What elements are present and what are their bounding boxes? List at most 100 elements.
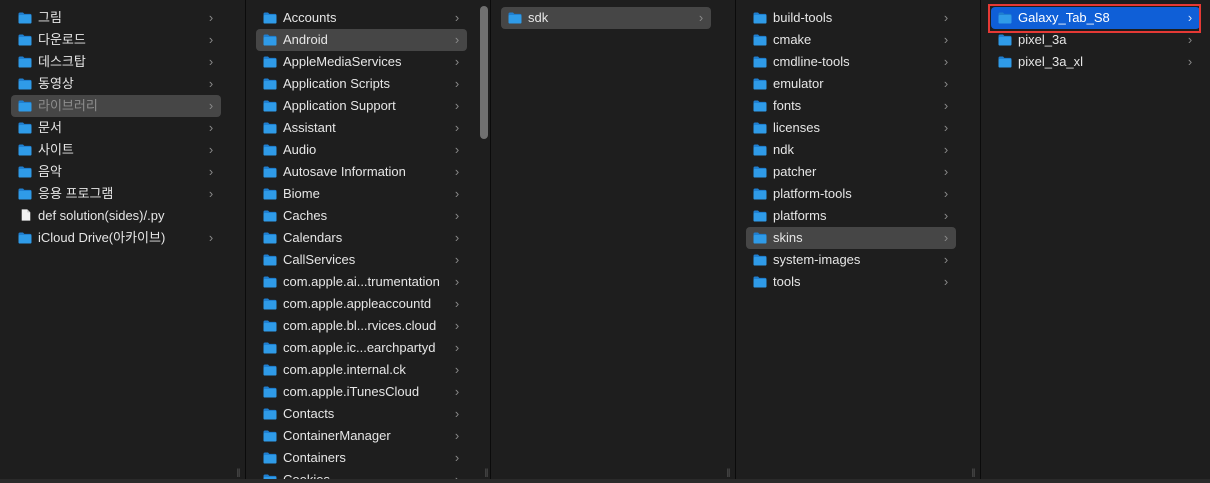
folder-row-patcher[interactable]: patcher › xyxy=(746,161,956,183)
chevron-right-icon: › xyxy=(943,32,949,47)
folder-row-label: 사이트 xyxy=(38,142,74,157)
folder-row-fonts[interactable]: fonts › xyxy=(746,95,956,117)
folder-row-android[interactable]: Android › xyxy=(256,29,467,51)
folder-row-label: Biome xyxy=(283,186,320,201)
folder-row-autosave-information[interactable]: Autosave Information › xyxy=(256,161,467,183)
folder-row-음악[interactable]: 음악 › xyxy=(11,161,221,183)
folder-row-cookies[interactable]: Cookies › xyxy=(256,469,467,479)
folder-row-label: 동영상 xyxy=(38,76,74,91)
movies-folder-icon xyxy=(18,78,32,90)
folder-row-com-apple-appleaccountd[interactable]: com.apple.appleaccountd › xyxy=(256,293,467,315)
folder-row-com-apple-internal-ck[interactable]: com.apple.internal.ck › xyxy=(256,359,467,381)
folder-row-application-support[interactable]: Application Support › xyxy=(256,95,467,117)
folder-row-platform-tools[interactable]: platform-tools › xyxy=(746,183,956,205)
folder-row-label: build-tools xyxy=(773,10,833,25)
folder-row-pixel-3a[interactable]: pixel_3a › xyxy=(991,29,1200,51)
folder-row-caches[interactable]: Caches › xyxy=(256,205,467,227)
folder-icon xyxy=(753,12,767,24)
folder-row-platforms[interactable]: platforms › xyxy=(746,205,956,227)
music-folder-icon xyxy=(18,166,32,178)
folder-row-build-tools[interactable]: build-tools › xyxy=(746,7,956,29)
column-skins[interactable]: Galaxy_Tab_S8 › pixel_3a › pixel_3a_xl › xyxy=(981,0,1210,479)
folder-row-galaxy-tab-s8[interactable]: Galaxy_Tab_S8 › xyxy=(991,7,1200,29)
folder-row-label: system-images xyxy=(773,252,861,267)
folder-row-동영상[interactable]: 동영상 › xyxy=(11,73,221,95)
chevron-right-icon: › xyxy=(943,274,949,289)
folder-row-tools[interactable]: tools › xyxy=(746,271,956,293)
folder-icon xyxy=(263,78,277,90)
folder-row-applemediaservices[interactable]: AppleMediaServices › xyxy=(256,51,467,73)
folder-row-assistant[interactable]: Assistant › xyxy=(256,117,467,139)
folder-row-문서[interactable]: 문서 › xyxy=(11,117,221,139)
chevron-right-icon: › xyxy=(208,10,214,25)
vertical-scrollbar-thumb[interactable] xyxy=(480,6,488,139)
folder-row-label: iCloud Drive(아카이브) xyxy=(38,230,166,245)
folder-row-emulator[interactable]: emulator › xyxy=(746,73,956,95)
folder-row-label: 다운로드 xyxy=(38,32,86,47)
folder-row-라이브러리[interactable]: 라이브러리 › xyxy=(11,95,221,117)
chevron-right-icon: › xyxy=(1187,32,1193,47)
folder-row-ndk[interactable]: ndk › xyxy=(746,139,956,161)
desktop-folder-icon xyxy=(18,56,32,68)
folder-row-응용-프로그램[interactable]: 응용 프로그램 › xyxy=(11,183,221,205)
folder-icon xyxy=(263,210,277,222)
column-sdk[interactable]: build-tools › cmake › cmdline-tools › emulator… xyxy=(736,0,968,479)
folder-row-label: skins xyxy=(773,230,803,245)
folder-row-icloud-drive-아카이브[interactable]: iCloud Drive(아카이브) › xyxy=(11,227,221,249)
chevron-right-icon: › xyxy=(454,450,460,465)
folder-icon xyxy=(753,232,767,244)
folder-row-skins[interactable]: skins › xyxy=(746,227,956,249)
folder-icon xyxy=(508,12,522,24)
column-home[interactable]: 그림 › 다운로드 › 데스크탑 › 동영상 › 라이브러리 › 문서 › 사이트 › 음악 › 응용 프로그램… xyxy=(0,0,232,479)
column-android[interactable]: sdk › xyxy=(491,0,722,479)
chevron-right-icon: › xyxy=(943,208,949,223)
chevron-right-icon: › xyxy=(943,186,949,201)
folder-row-label: com.apple.appleaccountd xyxy=(283,296,432,311)
folder-row-label: Autosave Information xyxy=(283,164,406,179)
folder-row-다운로드[interactable]: 다운로드 › xyxy=(11,29,221,51)
folder-row-label: Caches xyxy=(283,208,328,223)
folder-row-com-apple-itunescloud[interactable]: com.apple.iTunesCloud › xyxy=(256,381,467,403)
folder-row-biome[interactable]: Biome › xyxy=(256,183,467,205)
chevron-right-icon: › xyxy=(454,54,460,69)
folder-row-label: cmake xyxy=(773,32,812,47)
column-resize-handle[interactable]: || xyxy=(482,467,490,477)
chevron-right-icon: › xyxy=(1187,54,1193,69)
folder-row-application-scripts[interactable]: Application Scripts › xyxy=(256,73,467,95)
folder-row-pixel-3a-xl[interactable]: pixel_3a_xl › xyxy=(991,51,1200,73)
folder-row-그림[interactable]: 그림 › xyxy=(11,7,221,29)
chevron-right-icon: › xyxy=(1187,10,1193,25)
library-folder-icon xyxy=(18,100,32,112)
folder-row-callservices[interactable]: CallServices › xyxy=(256,249,467,271)
column-resize-handle[interactable]: || xyxy=(969,467,977,477)
chevron-right-icon: › xyxy=(208,142,214,157)
folder-row-label: Assistant xyxy=(283,120,336,135)
folder-row-cmdline-tools[interactable]: cmdline-tools › xyxy=(746,51,956,73)
column-resize-handle[interactable]: || xyxy=(234,467,242,477)
folder-row-com-apple-ai-trumentation[interactable]: com.apple.ai...trumentation › xyxy=(256,271,467,293)
folder-row-audio[interactable]: Audio › xyxy=(256,139,467,161)
folder-row-licenses[interactable]: licenses › xyxy=(746,117,956,139)
folder-row-cmake[interactable]: cmake › xyxy=(746,29,956,51)
chevron-right-icon: › xyxy=(943,98,949,113)
folder-row-accounts[interactable]: Accounts › xyxy=(256,7,467,29)
folder-row-containers[interactable]: Containers › xyxy=(256,447,467,469)
sites-folder-icon xyxy=(18,144,32,156)
chevron-right-icon: › xyxy=(454,142,460,157)
folder-row-사이트[interactable]: 사이트 › xyxy=(11,139,221,161)
folder-row-com-apple-ic-earchpartyd[interactable]: com.apple.ic...earchpartyd › xyxy=(256,337,467,359)
folder-row-system-images[interactable]: system-images › xyxy=(746,249,956,271)
folder-row-sdk[interactable]: sdk › xyxy=(501,7,711,29)
chevron-right-icon: › xyxy=(698,10,704,25)
folder-row-containermanager[interactable]: ContainerManager › xyxy=(256,425,467,447)
folder-row-데스크탑[interactable]: 데스크탑 › xyxy=(11,51,221,73)
chevron-right-icon: › xyxy=(943,10,949,25)
folder-row-calendars[interactable]: Calendars › xyxy=(256,227,467,249)
photos-folder-icon xyxy=(18,12,32,24)
folder-row-label: com.apple.internal.ck xyxy=(283,362,406,377)
folder-row-def-solution-sides-py[interactable]: def solution(sides)/.py xyxy=(11,205,221,227)
column-library[interactable]: Accounts › Android › AppleMediaServices › Appl… xyxy=(246,0,477,479)
folder-row-com-apple-bl-rvices-cloud[interactable]: com.apple.bl...rvices.cloud › xyxy=(256,315,467,337)
column-resize-handle[interactable]: || xyxy=(724,467,732,477)
folder-row-contacts[interactable]: Contacts › xyxy=(256,403,467,425)
